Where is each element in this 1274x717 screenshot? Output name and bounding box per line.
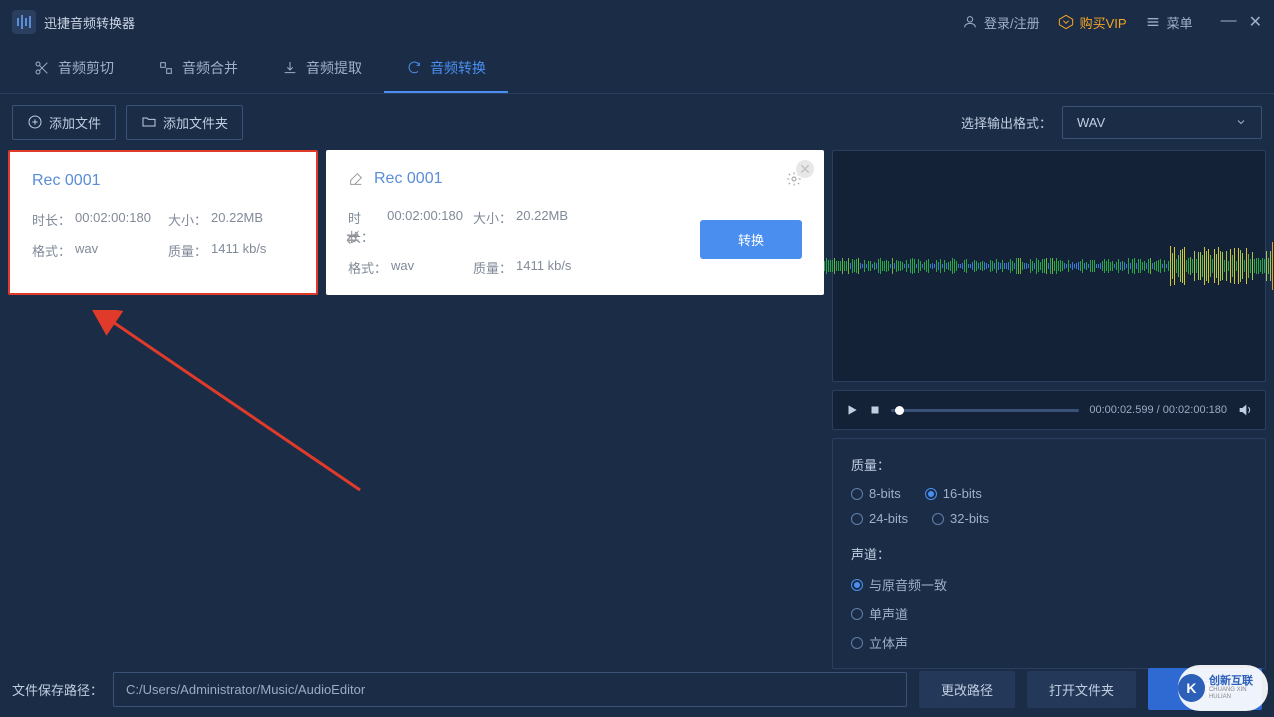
folder-icon bbox=[141, 114, 157, 130]
tab-convert[interactable]: 音频转换 bbox=[384, 44, 508, 93]
settings-box: 质量： 8-bits 16-bits 24-bits 32-bits 声道： 与… bbox=[832, 438, 1266, 669]
add-file-button[interactable]: 添加文件 bbox=[12, 105, 116, 140]
watermark: K 创新互联 CHUANG XIN HULIAN bbox=[1178, 665, 1268, 711]
vip-button[interactable]: 购买VIP bbox=[1058, 13, 1127, 32]
path-box: 文件保存路径： bbox=[12, 672, 907, 707]
menu-icon bbox=[1145, 14, 1161, 30]
stop-icon[interactable] bbox=[869, 404, 881, 416]
progress-thumb[interactable] bbox=[895, 406, 904, 415]
format-select-wrap: 选择输出格式： WAV bbox=[961, 106, 1262, 139]
path-label: 文件保存路径： bbox=[12, 680, 103, 699]
close-card-button[interactable]: ✕ bbox=[796, 160, 814, 178]
tab-merge[interactable]: 音频合并 bbox=[136, 44, 260, 93]
tab-cut[interactable]: 音频剪切 bbox=[12, 44, 136, 93]
path-input[interactable] bbox=[113, 672, 907, 707]
tab-extract[interactable]: 音频提取 bbox=[260, 44, 384, 93]
main-grid: Rec 0001 时长：00:02:00:180 大小：20.22MB 格式：w… bbox=[0, 150, 1274, 669]
play-icon[interactable] bbox=[845, 403, 859, 417]
menu-button[interactable]: 菜单 bbox=[1145, 13, 1193, 32]
login-button[interactable]: 登录/注册 bbox=[962, 13, 1040, 32]
file-name: Rec 0001 bbox=[32, 172, 101, 190]
progress-track[interactable] bbox=[891, 409, 1079, 412]
plus-icon bbox=[27, 114, 43, 130]
convert-icon bbox=[406, 60, 422, 76]
radio-32bits[interactable]: 32-bits bbox=[932, 511, 989, 526]
titlebar-right: 登录/注册 购买VIP 菜单 — ✕ bbox=[962, 12, 1262, 32]
time-display: 00:00:02.599 / 00:02:00:180 bbox=[1089, 404, 1227, 416]
radio-24bits[interactable]: 24-bits bbox=[851, 511, 908, 526]
open-folder-button[interactable]: 打开文件夹 bbox=[1027, 671, 1136, 708]
edit-icon[interactable] bbox=[348, 171, 364, 187]
extract-icon bbox=[282, 60, 298, 76]
change-path-button[interactable]: 更改路径 bbox=[919, 671, 1015, 708]
scissors-icon bbox=[34, 60, 50, 76]
radio-channel-stereo[interactable]: 立体声 bbox=[851, 633, 908, 652]
channel-label: 声道： bbox=[851, 544, 1247, 563]
close-button[interactable]: ✕ bbox=[1249, 12, 1262, 32]
merge-icon bbox=[158, 60, 174, 76]
format-select[interactable]: WAV bbox=[1062, 106, 1262, 139]
footer: 文件保存路径： 更改路径 打开文件夹 开 bbox=[0, 661, 1274, 717]
radio-channel-same[interactable]: 与原音频一致 bbox=[851, 575, 947, 594]
app-logo: 迅捷音频转换器 bbox=[12, 10, 135, 34]
radio-16bits[interactable]: 16-bits bbox=[925, 486, 982, 501]
add-folder-button[interactable]: 添加文件夹 bbox=[126, 105, 243, 140]
minimize-button[interactable]: — bbox=[1221, 12, 1237, 32]
right-panel: 00:00:02.599 / 00:02:00:180 质量： 8-bits 1… bbox=[832, 150, 1266, 669]
volume-icon[interactable] bbox=[1237, 402, 1253, 418]
file-area: Rec 0001 时长：00:02:00:180 大小：20.22MB 格式：w… bbox=[8, 150, 824, 669]
user-icon bbox=[962, 14, 978, 30]
quality-label: 质量： bbox=[851, 455, 1247, 474]
file-card-source[interactable]: Rec 0001 时长：00:02:00:180 大小：20.22MB 格式：w… bbox=[8, 150, 318, 295]
titlebar: 迅捷音频转换器 登录/注册 购买VIP 菜单 — ✕ bbox=[0, 0, 1274, 44]
window-controls: — ✕ bbox=[1221, 12, 1262, 32]
player-bar: 00:00:02.599 / 00:02:00:180 bbox=[832, 390, 1266, 430]
waveform-box bbox=[832, 150, 1266, 382]
chevron-down-icon bbox=[1235, 116, 1247, 128]
radio-channel-mono[interactable]: 单声道 bbox=[851, 604, 908, 623]
app-title: 迅捷音频转换器 bbox=[44, 13, 135, 32]
logo-icon bbox=[12, 10, 36, 34]
file-name: Rec 0001 bbox=[374, 170, 443, 188]
convert-button[interactable]: 转换 bbox=[700, 220, 802, 259]
shuffle-icon: ⇄ bbox=[346, 228, 359, 248]
radio-8bits[interactable]: 8-bits bbox=[851, 486, 901, 501]
vip-icon bbox=[1058, 14, 1074, 30]
tabs: 音频剪切 音频合并 音频提取 音频转换 bbox=[0, 44, 1274, 94]
file-card-target[interactable]: ✕ Rec 0001 时长：00:02:00:180 大小：20.22MB 格式… bbox=[326, 150, 824, 295]
waveform bbox=[770, 236, 1274, 296]
toolbar: 添加文件 添加文件夹 选择输出格式： WAV bbox=[0, 94, 1274, 150]
watermark-logo: K bbox=[1178, 674, 1205, 702]
format-label: 选择输出格式： bbox=[961, 113, 1052, 132]
file-row: Rec 0001 时长：00:02:00:180 大小：20.22MB 格式：w… bbox=[8, 150, 824, 295]
